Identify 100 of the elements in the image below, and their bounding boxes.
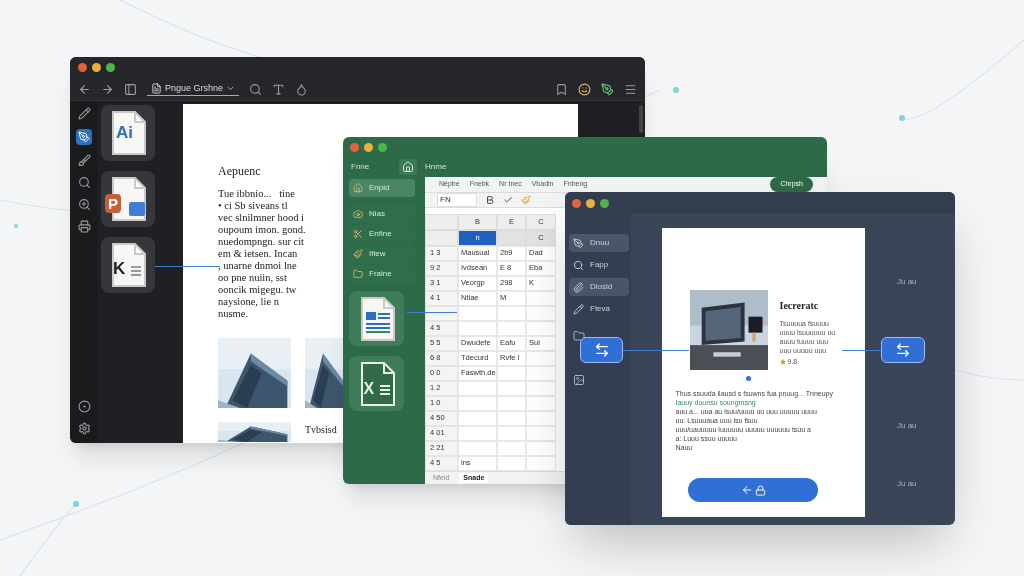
item-icon	[353, 249, 363, 259]
minimize-light[interactable]	[92, 63, 101, 72]
body-text-line: vec slnilmner hood i	[218, 212, 305, 224]
zoom-light[interactable]	[106, 63, 115, 72]
pen-icon[interactable]	[601, 82, 614, 96]
home-icon[interactable]	[399, 159, 417, 175]
home-label[interactable]: Fnne	[351, 161, 391, 173]
table-cell	[526, 380, 556, 396]
forward-icon[interactable]	[101, 82, 114, 96]
file-tile[interactable]	[349, 291, 404, 346]
body-text-line: ooncik migegu. tw	[218, 284, 297, 296]
back-icon[interactable]	[78, 82, 91, 96]
swap-button[interactable]	[580, 337, 623, 363]
minimize-light[interactable]	[364, 142, 373, 152]
file-tile[interactable]: P	[101, 171, 155, 227]
sidebar-item[interactable]: Fraine	[349, 265, 415, 283]
caret-icon	[226, 84, 236, 93]
item-icon	[353, 209, 363, 219]
sidebar-item[interactable]: Enpid	[349, 179, 415, 197]
sidebar-item[interactable]: Fapp	[569, 256, 629, 274]
file-letter: X	[363, 380, 375, 397]
table-cell	[497, 425, 526, 441]
unlock-button[interactable]	[688, 478, 818, 502]
search-icon[interactable]	[249, 82, 263, 96]
sidebar-item[interactable]: Fteva	[569, 300, 629, 318]
bookmark-icon[interactable]	[555, 82, 568, 96]
table-cell	[526, 350, 556, 366]
zoom-icon[interactable]	[77, 198, 91, 211]
sidebar-item[interactable]: Dlosid	[569, 278, 629, 296]
view-dropdown[interactable]: Pngue Grshne	[147, 81, 240, 97]
body-text-line: naysione, lie n	[218, 296, 279, 308]
menu-icon[interactable]	[624, 82, 637, 96]
file-tile[interactable]: X	[349, 356, 404, 411]
pencil-icon[interactable]	[77, 107, 91, 120]
table-cell	[497, 410, 526, 426]
document-icon	[109, 110, 147, 156]
breadcrumb: Hnme	[425, 161, 447, 173]
connector-line	[407, 312, 457, 313]
minimize-light[interactable]	[586, 198, 595, 208]
bold-icon[interactable]	[485, 194, 495, 205]
scrollbar[interactable]	[639, 105, 643, 133]
swap-button[interactable]	[881, 337, 925, 363]
file-letter: P	[105, 194, 121, 213]
table-cell	[526, 395, 556, 411]
file-letter: Ai	[116, 124, 133, 141]
body-text-line: , unarne dnmoi lne	[218, 260, 297, 272]
item-icon	[573, 237, 584, 249]
table-cell	[458, 440, 497, 456]
face-icon[interactable]	[578, 82, 591, 96]
file-tile[interactable]: K	[101, 237, 155, 293]
zoom-light[interactable]	[600, 198, 609, 208]
item-icon	[353, 229, 363, 239]
table-cell	[458, 305, 497, 321]
record-icon[interactable]	[77, 400, 91, 413]
item-icon	[573, 303, 584, 315]
body-text-line: Tue ibbnio... tine	[218, 188, 295, 200]
body-text-line: em & ietsen. Incan	[218, 248, 298, 260]
close-light[interactable]	[572, 198, 581, 208]
table-cell	[458, 320, 497, 336]
droplet-icon[interactable]	[295, 82, 309, 96]
close-light[interactable]	[78, 63, 87, 72]
table-cell	[526, 365, 556, 381]
corner-cell[interactable]	[425, 213, 458, 230]
sidebar-item[interactable]: Enfine	[349, 225, 415, 243]
image-icon[interactable]	[573, 374, 585, 386]
brush-icon[interactable]	[77, 154, 91, 167]
check-icon[interactable]	[503, 194, 513, 205]
body-text-line: nusme.	[218, 308, 249, 320]
file-tile[interactable]: Ai	[101, 105, 155, 161]
search-icon[interactable]	[77, 176, 91, 189]
table-cell	[458, 410, 497, 426]
swap-icon	[593, 342, 610, 358]
item-icon	[353, 269, 363, 279]
table-cell	[497, 320, 526, 336]
table-cell	[526, 440, 556, 456]
table-cell	[497, 365, 526, 381]
star-icon	[779, 359, 786, 366]
page-heading: Aepuenc	[218, 163, 261, 180]
pen-icon[interactable]	[76, 129, 92, 145]
item-icon	[573, 281, 584, 293]
table-cell	[526, 410, 556, 426]
item-icon	[353, 183, 363, 193]
table-cell	[526, 290, 556, 306]
sidebar-item[interactable]: Dnuu	[569, 234, 629, 252]
settings-icon[interactable]	[77, 422, 91, 435]
sidebar-icon[interactable]	[124, 82, 137, 96]
text-icon[interactable]	[272, 82, 286, 96]
table-cell	[526, 425, 556, 441]
image-caption: Tvbsisd	[305, 423, 337, 437]
zoom-light[interactable]	[378, 142, 387, 152]
side-label: Ju au	[897, 276, 917, 288]
table-cell	[458, 380, 497, 396]
swap-icon	[895, 342, 911, 358]
body-text-line: nuedompngn. sur cit	[218, 236, 305, 248]
file-letter: K	[113, 260, 126, 277]
connector-line	[623, 350, 689, 351]
sidebar-item[interactable]: Ifiew	[349, 245, 415, 263]
sidebar-item[interactable]: Nias	[349, 205, 415, 223]
body-text-line: • ci Sb siveans tl	[218, 200, 288, 212]
printer-icon[interactable]	[77, 220, 91, 233]
